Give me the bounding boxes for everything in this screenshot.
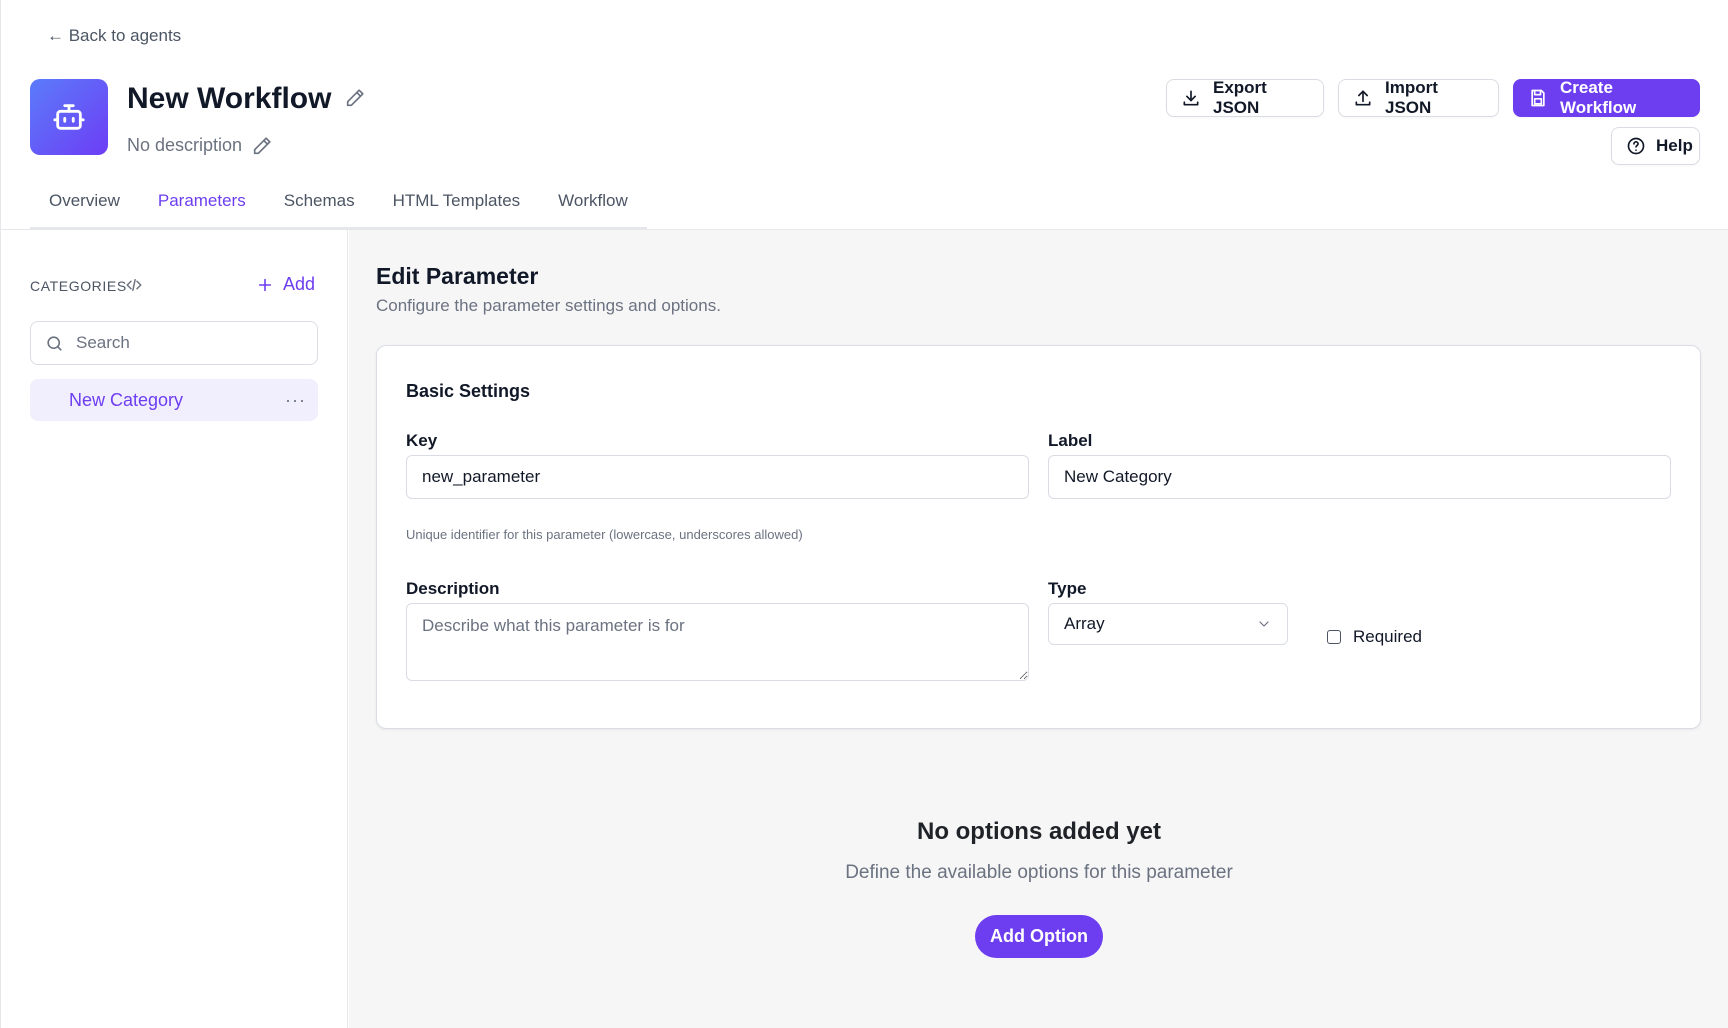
options-empty-subtitle: Define the available options for this pa…: [845, 862, 1233, 883]
tab-bar: Overview Parameters Schemas HTML Templat…: [30, 183, 647, 231]
required-checkbox[interactable]: [1327, 630, 1341, 644]
basic-settings-card: Basic Settings Key Unique identifier for…: [376, 345, 1701, 729]
tab-parameters[interactable]: Parameters: [138, 183, 265, 231]
category-item[interactable]: New Category ···: [30, 379, 318, 421]
add-option-button[interactable]: Add Option: [975, 915, 1103, 958]
description-textarea[interactable]: [406, 603, 1029, 681]
chevron-down-icon: [1259, 621, 1269, 627]
agent-avatar: [30, 79, 108, 155]
back-to-agents-link[interactable]: ← Back to agents: [47, 26, 181, 46]
code-icon[interactable]: [125, 276, 143, 299]
robot-icon: [53, 104, 85, 130]
create-workflow-button[interactable]: Create Workflow: [1513, 78, 1700, 117]
tab-workflow[interactable]: Workflow: [539, 183, 647, 229]
tab-overview[interactable]: Overview: [30, 183, 139, 229]
app-page: ← Back to agents New Workflow No descrip…: [0, 0, 1728, 1028]
editor-title: Edit Parameter: [376, 263, 539, 289]
category-item-label: New Category: [69, 389, 184, 410]
save-icon: [1531, 89, 1545, 107]
plus-icon: [258, 278, 272, 291]
key-label: Key: [406, 431, 438, 450]
search-icon: [47, 335, 62, 351]
type-select-value: Array: [1064, 614, 1105, 633]
workflow-description: No description: [127, 135, 243, 155]
editor-subtitle: Configure the parameter settings and opt…: [376, 296, 721, 315]
upload-icon: [1355, 90, 1371, 106]
key-input[interactable]: [406, 455, 1029, 499]
edit-title-pencil-icon[interactable]: [344, 87, 366, 109]
help-label: Help: [1656, 136, 1693, 155]
categories-sidebar: CATEGORIES Add New Category ···: [1, 230, 348, 1028]
workflow-title: New Workflow: [127, 82, 332, 115]
search-input[interactable]: [76, 333, 296, 353]
parameter-editor: Edit Parameter Configure the parameter s…: [349, 230, 1728, 1028]
categories-heading: CATEGORIES: [30, 278, 127, 294]
required-toggle[interactable]: Required: [1327, 627, 1422, 647]
help-button[interactable]: Help: [1611, 127, 1700, 165]
add-category-button[interactable]: Add: [257, 274, 315, 295]
options-empty-title: No options added yet: [916, 818, 1161, 845]
category-search: [30, 321, 318, 365]
export-json-label: Export JSON: [1213, 78, 1267, 117]
key-hint: Unique identifier for this parameter (lo…: [406, 527, 803, 542]
description-label: Description: [406, 579, 500, 598]
tab-schemas[interactable]: Schemas: [265, 183, 374, 229]
type-label: Type: [1048, 579, 1087, 598]
download-icon: [1183, 90, 1199, 106]
export-json-button[interactable]: Export JSON: [1166, 78, 1324, 117]
tab-html-templates[interactable]: HTML Templates: [374, 183, 540, 229]
label-label: Label: [1048, 431, 1093, 450]
import-json-label: Import JSON: [1385, 78, 1438, 117]
type-select[interactable]: Array: [1048, 603, 1288, 645]
import-json-button[interactable]: Import JSON: [1338, 78, 1499, 117]
more-options-icon[interactable]: ···: [285, 390, 306, 411]
label-input[interactable]: [1048, 455, 1671, 499]
edit-description-pencil-icon[interactable]: [251, 135, 273, 157]
required-label: Required: [1353, 627, 1422, 646]
help-circle-icon: [1627, 137, 1645, 155]
basic-settings-title: Basic Settings: [406, 381, 531, 401]
create-workflow-label: Create Workflow: [1560, 78, 1637, 117]
add-category-label: Add: [283, 274, 316, 294]
